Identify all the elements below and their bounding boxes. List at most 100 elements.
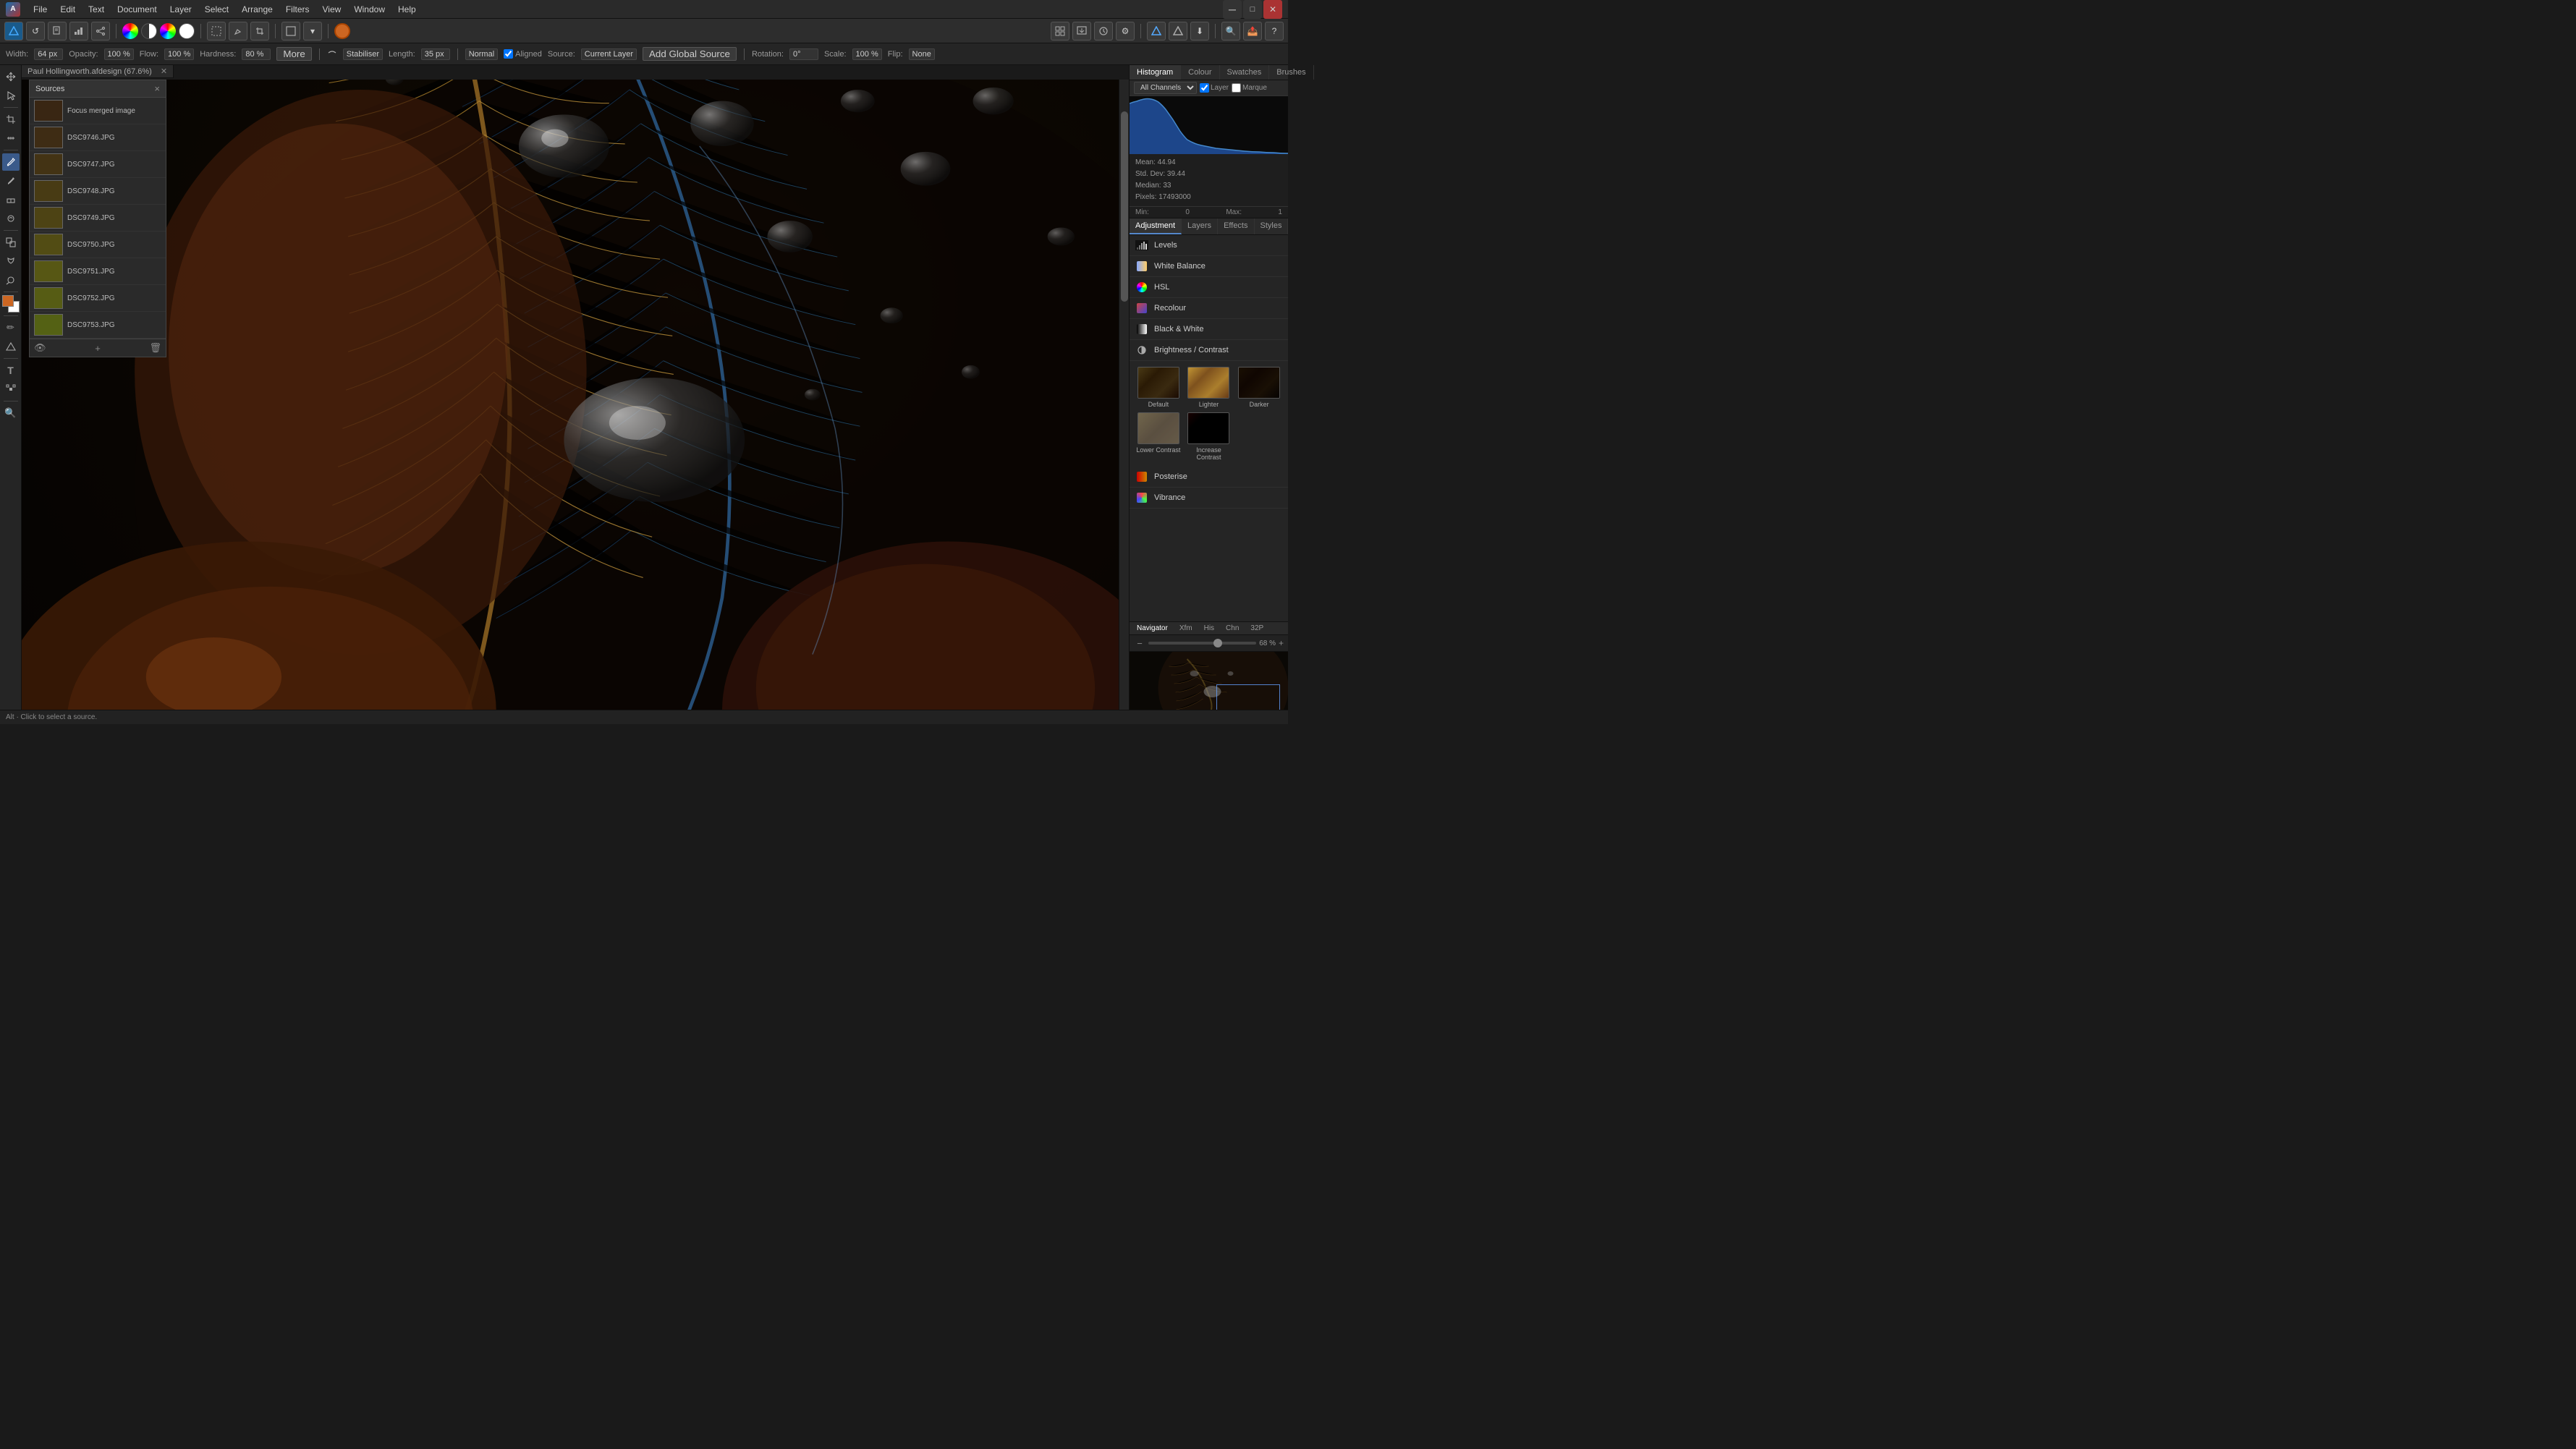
rect-btn[interactable] <box>281 22 300 41</box>
options-btn[interactable]: ⚙ <box>1116 22 1135 41</box>
source-item-3[interactable]: DSC9748.JPG <box>30 178 166 205</box>
inpaint-tool[interactable] <box>2 210 20 227</box>
source-item-8[interactable]: DSC9753.JPG <box>30 312 166 339</box>
menu-window[interactable]: Window <box>348 3 391 16</box>
eraser-tool[interactable] <box>2 191 20 208</box>
opacity-input[interactable]: 100 % <box>104 48 134 60</box>
histogram-tab[interactable]: Histogram <box>1130 65 1181 80</box>
zoom-plus-button[interactable]: + <box>1279 638 1284 648</box>
source-item-4[interactable]: DSC9749.JPG <box>30 205 166 231</box>
preset-lighter[interactable]: Lighter <box>1186 367 1232 408</box>
document-btn[interactable] <box>48 22 67 41</box>
menu-arrange[interactable]: Arrange <box>236 3 279 16</box>
nav-tab-chn[interactable]: Chn <box>1221 622 1243 634</box>
adj-brightness-contrast[interactable]: Brightness / Contrast <box>1130 340 1288 361</box>
marquee-checkbox[interactable] <box>1232 83 1241 93</box>
stabiliser-toggle[interactable]: Stabiliser <box>343 48 383 60</box>
adj-black-white[interactable]: Black & White <box>1130 319 1288 340</box>
help-icon-btn[interactable]: ? <box>1265 22 1284 41</box>
histogram-channel-select[interactable]: All Channels <box>1134 82 1197 94</box>
adj-posterise[interactable]: Posterise <box>1130 467 1288 488</box>
adj-white-balance[interactable]: White Balance <box>1130 256 1288 277</box>
crop-btn[interactable] <box>250 22 269 41</box>
hardness-input[interactable]: 80 % <box>242 48 271 60</box>
zoom-minus-button[interactable]: − <box>1134 637 1145 649</box>
menu-file[interactable]: File <box>27 3 53 16</box>
zoom-slider-thumb[interactable] <box>1213 639 1222 647</box>
color-swatch-fg[interactable] <box>334 23 350 39</box>
crop-tool[interactable] <box>2 111 20 128</box>
nav-tab-xfm[interactable]: Xfm <box>1175 622 1197 634</box>
canvas-close-button[interactable]: ✕ <box>161 67 167 76</box>
nav-tab-32p[interactable]: 32P <box>1246 622 1268 634</box>
adj-tab-effects[interactable]: Effects <box>1218 218 1254 234</box>
color-swatch-container[interactable] <box>2 295 20 313</box>
sources-close-button[interactable]: × <box>154 83 160 94</box>
contrast-btn[interactable] <box>141 23 157 39</box>
white-point-btn[interactable] <box>179 23 195 39</box>
source-item-2[interactable]: DSC9747.JPG <box>30 151 166 178</box>
rect-options-btn[interactable]: ▾ <box>303 22 322 41</box>
source-item-6[interactable]: DSC9751.JPG <box>30 258 166 285</box>
dodge-burn-tool[interactable] <box>2 271 20 289</box>
export-btn[interactable] <box>1072 22 1091 41</box>
source-item-0[interactable]: Focus merged image <box>30 98 166 124</box>
menu-document[interactable]: Document <box>111 3 163 16</box>
adj-hsl[interactable]: HSL <box>1130 277 1288 298</box>
adj-vibrance[interactable]: Vibrance <box>1130 488 1288 509</box>
menu-help[interactable]: Help <box>392 3 422 16</box>
colour-tab[interactable]: Colour <box>1181 65 1219 80</box>
affinity-photo-btn[interactable] <box>1169 22 1187 41</box>
paint-brush-tool[interactable] <box>2 153 20 171</box>
pen-select-btn[interactable] <box>229 22 247 41</box>
flip-select[interactable]: None <box>909 48 935 60</box>
adj-recolour[interactable]: Recolour <box>1130 298 1288 319</box>
zoom-tool-btn[interactable]: 🔍 <box>1221 22 1240 41</box>
canvas-content[interactable] <box>22 80 1129 710</box>
length-input[interactable]: 35 px <box>421 48 450 60</box>
swatches-tab[interactable]: Swatches <box>1220 65 1270 80</box>
preset-increase-contrast[interactable]: Increase Contrast <box>1186 412 1232 461</box>
menu-view[interactable]: View <box>317 3 347 16</box>
view-grid-btn[interactable] <box>1051 22 1069 41</box>
vertical-scrollbar[interactable] <box>1119 80 1129 714</box>
history-btn[interactable] <box>1094 22 1113 41</box>
select-tool[interactable] <box>2 87 20 104</box>
clone-tool[interactable] <box>2 234 20 251</box>
straighten-tool[interactable] <box>2 129 20 147</box>
paint-mode-btn[interactable] <box>2 172 20 190</box>
adj-tab-adjustment[interactable]: Adjustment <box>1130 218 1182 234</box>
move-tool[interactable] <box>2 68 20 85</box>
width-input[interactable]: 64 px <box>34 48 63 60</box>
close-button[interactable]: ✕ <box>1263 0 1282 19</box>
preset-darker[interactable]: Darker <box>1236 367 1282 408</box>
nav-tab-navigator[interactable]: Navigator <box>1132 622 1172 634</box>
select-all-btn[interactable] <box>207 22 226 41</box>
zoom-slider[interactable] <box>1148 642 1256 645</box>
preset-lower-contrast[interactable]: Lower Contrast <box>1135 412 1182 461</box>
vertical-scrollbar-thumb[interactable] <box>1121 111 1128 302</box>
preset-default[interactable]: Default <box>1135 367 1182 408</box>
export-persona-btn[interactable]: 📤 <box>1243 22 1262 41</box>
adj-levels[interactable]: Levels <box>1130 235 1288 256</box>
layer-checkbox[interactable] <box>1200 83 1209 93</box>
maximize-button[interactable]: □ <box>1243 0 1262 19</box>
menu-filters[interactable]: Filters <box>280 3 315 16</box>
menu-layer[interactable]: Layer <box>164 3 198 16</box>
source-add-button[interactable]: + <box>95 343 101 354</box>
menu-edit[interactable]: Edit <box>54 3 81 16</box>
more-button[interactable]: More <box>276 47 311 61</box>
flow-input[interactable]: 100 % <box>164 48 194 60</box>
hsl-btn[interactable] <box>160 23 176 39</box>
source-eye-button[interactable]: 👁 <box>34 342 46 354</box>
refresh-btn[interactable]: ↺ <box>26 22 45 41</box>
color-wheel[interactable] <box>122 23 138 39</box>
source-item-1[interactable]: DSC9746.JPG <box>30 124 166 151</box>
affinity-home-btn[interactable] <box>1147 22 1166 41</box>
rotation-input[interactable]: 0° <box>789 48 818 60</box>
source-item-7[interactable]: DSC9752.JPG <box>30 285 166 312</box>
scale-input[interactable]: 100 % <box>852 48 882 60</box>
pen-tool[interactable]: ✏ <box>2 319 20 336</box>
menu-select[interactable]: Select <box>199 3 234 16</box>
affinity-btn[interactable] <box>4 22 23 41</box>
